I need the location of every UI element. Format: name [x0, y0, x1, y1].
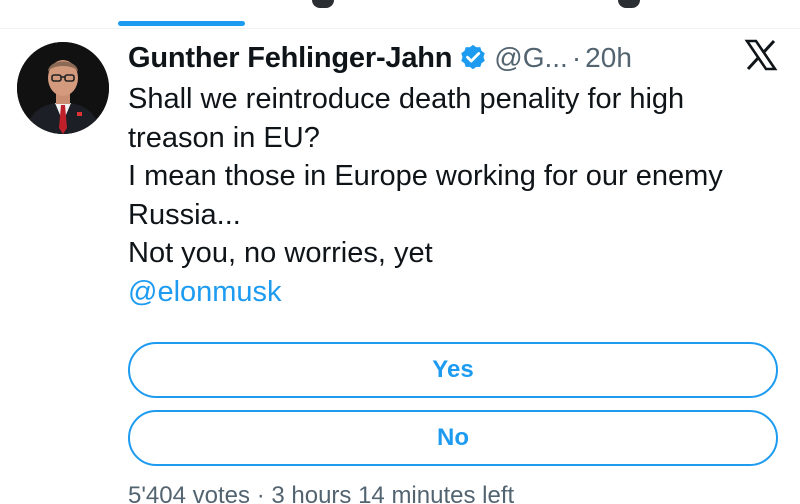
tweet-text-line: Shall we reintroduce death penality for …: [128, 83, 685, 115]
tab-bar: [0, 0, 800, 29]
tab-bar-partial-glyph: [618, 0, 640, 8]
display-name[interactable]: Gunther Fehlinger-Jahn: [128, 42, 452, 75]
mention-link[interactable]: @elonmusk: [128, 273, 788, 312]
tweet-text: Shall we reintroduce death penality for …: [128, 80, 788, 311]
poll-footer: 5'404 votes · 3 hours 14 minutes left: [128, 482, 514, 504]
x-logo-icon: [744, 38, 778, 72]
poll-vote-count: 5'404 votes: [128, 482, 251, 504]
tweet-text-line: Not you, no worries, yet: [128, 237, 433, 269]
tab-bar-partial-glyph: [312, 0, 334, 8]
header-separator: ·: [571, 42, 582, 73]
avatar[interactable]: [17, 42, 109, 134]
verified-badge-icon: [458, 43, 488, 73]
tweet-screenshot: Gunther Fehlinger-Jahn @G... · 20h Shall…: [0, 0, 800, 504]
tweet-text-line: treason in EU?: [128, 121, 320, 154]
timestamp[interactable]: 20h: [585, 42, 632, 74]
tweet-text-line: I mean those in Europe working for our e…: [128, 160, 723, 192]
poll-time-left: 3 hours 14 minutes left: [271, 482, 515, 504]
active-tab-indicator: [118, 21, 245, 26]
poll-option-no[interactable]: No: [128, 410, 778, 466]
poll-footer-separator: ·: [256, 482, 265, 504]
tweet-text-line: Russia...: [128, 198, 241, 231]
poll-option-label: No: [437, 424, 469, 451]
poll-option-label: Yes: [432, 356, 474, 383]
user-handle[interactable]: @G...: [494, 42, 568, 74]
tweet-header: Gunther Fehlinger-Jahn @G... · 20h: [128, 38, 632, 78]
poll-option-yes[interactable]: Yes: [128, 342, 778, 398]
